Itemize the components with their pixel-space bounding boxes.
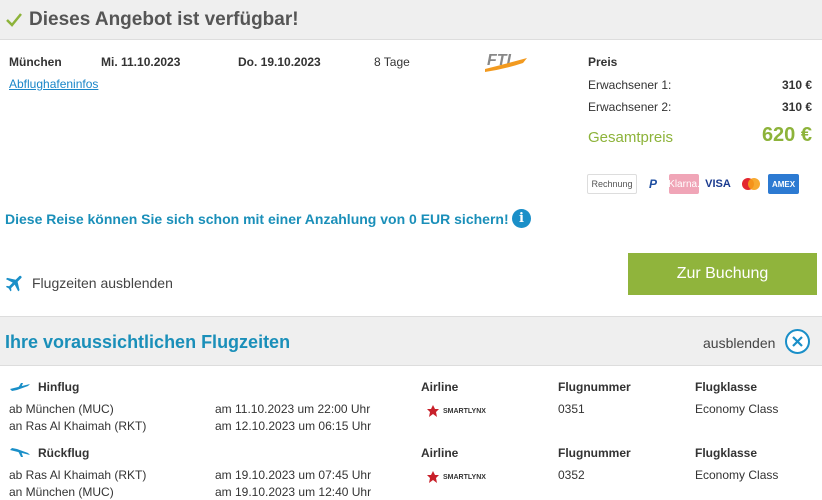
adult2-label: Erwachsener 2:: [588, 100, 672, 114]
flight-times-header: Ihre voraussichtlichen Flugzeiten ausble…: [0, 316, 822, 366]
return-arrival: an München (MUC): [9, 485, 114, 499]
flight-times-toggle-label: Flugzeiten ausblenden: [32, 275, 173, 291]
trip-duration: 8 Tage: [374, 55, 410, 69]
return-departure-time: am 19.10.2023 um 07:45 Uhr: [215, 468, 372, 482]
return-date: Do. 19.10.2023: [238, 55, 321, 69]
return-departure: ab Ras Al Khaimah (RKT): [9, 468, 147, 482]
flight-times-toggle[interactable]: Flugzeiten ausblenden: [4, 272, 173, 294]
book-button[interactable]: Zur Buchung: [628, 253, 817, 295]
outbound-departure-time: am 11.10.2023 um 22:00 Uhr: [215, 402, 371, 416]
total-value: 620 €: [761, 124, 812, 146]
departure-date: Mi. 11.10.2023: [101, 55, 181, 69]
info-icon[interactable]: i: [512, 209, 531, 228]
return-class-column-header: Flugklasse: [695, 446, 758, 460]
availability-banner: Dieses Angebot ist verfügbar!: [0, 0, 822, 40]
adult2-price-row: Erwachsener 2: 310 €: [588, 100, 812, 114]
price-heading: Preis: [588, 55, 618, 69]
payment-mastercard-icon: [742, 178, 760, 190]
flight-times-title: Ihre voraussichtlichen Flugzeiten: [5, 332, 291, 352]
checkmark-icon: [6, 12, 22, 27]
payment-amex-icon: AMEX: [768, 174, 799, 194]
return-plane-icon: [10, 448, 30, 457]
airplane-icon: [5, 275, 22, 292]
return-label: Rückflug: [38, 446, 90, 460]
deposit-notice: Diese Reise können Sie sich schon mit ei…: [5, 211, 509, 227]
flight-number-column-header: Flugnummer: [558, 380, 631, 394]
adult1-price-row: Erwachsener 1: 310 €: [588, 78, 812, 92]
total-label: Gesamtpreis: [588, 129, 674, 146]
departure-city: München: [9, 55, 62, 69]
fti-logo: FTI: [485, 52, 527, 72]
outbound-flight-number: 0351: [558, 402, 585, 416]
smartlynx-logo: SMARTLYNX: [427, 405, 486, 417]
adult2-value: 310 €: [781, 100, 812, 114]
payment-visa-icon: VISA: [705, 178, 731, 190]
smartlynx-logo-return: SMARTLYNX: [427, 471, 486, 483]
airport-info-link[interactable]: Abflughafeninfos: [9, 77, 98, 91]
close-circle-icon[interactable]: [784, 328, 811, 355]
return-airline-column-header: Airline: [421, 446, 459, 460]
return-class: Economy Class: [695, 468, 779, 482]
adult1-value: 310 €: [781, 78, 812, 92]
outbound-plane-icon: [10, 383, 30, 391]
hide-flight-times-link[interactable]: ausblenden: [703, 335, 775, 351]
adult1-label: Erwachsener 1:: [588, 78, 672, 92]
outbound-departure: ab München (MUC): [9, 402, 114, 416]
outbound-class: Economy Class: [695, 402, 779, 416]
return-flight-number-column-header: Flugnummer: [558, 446, 631, 460]
outbound-arrival-time: am 12.10.2023 um 06:15 Uhr: [215, 419, 372, 433]
svg-text:SMARTLYNX: SMARTLYNX: [443, 474, 486, 481]
return-flight-number: 0352: [558, 468, 585, 482]
return-arrival-time: am 19.10.2023 um 12:40 Uhr: [215, 485, 372, 499]
svg-text:SMARTLYNX: SMARTLYNX: [443, 408, 486, 415]
payment-rechnung-icon: Rechnung: [587, 174, 637, 194]
airline-column-header: Airline: [421, 380, 459, 394]
outbound-label: Hinflug: [38, 380, 80, 394]
outbound-arrival: an Ras Al Khaimah (RKT): [9, 419, 147, 433]
payment-klarna-icon: Klarna.: [668, 174, 700, 194]
class-column-header: Flugklasse: [695, 380, 758, 394]
availability-title: Dieses Angebot ist verfügbar!: [29, 8, 299, 30]
payment-paypal-icon: P: [648, 177, 657, 191]
